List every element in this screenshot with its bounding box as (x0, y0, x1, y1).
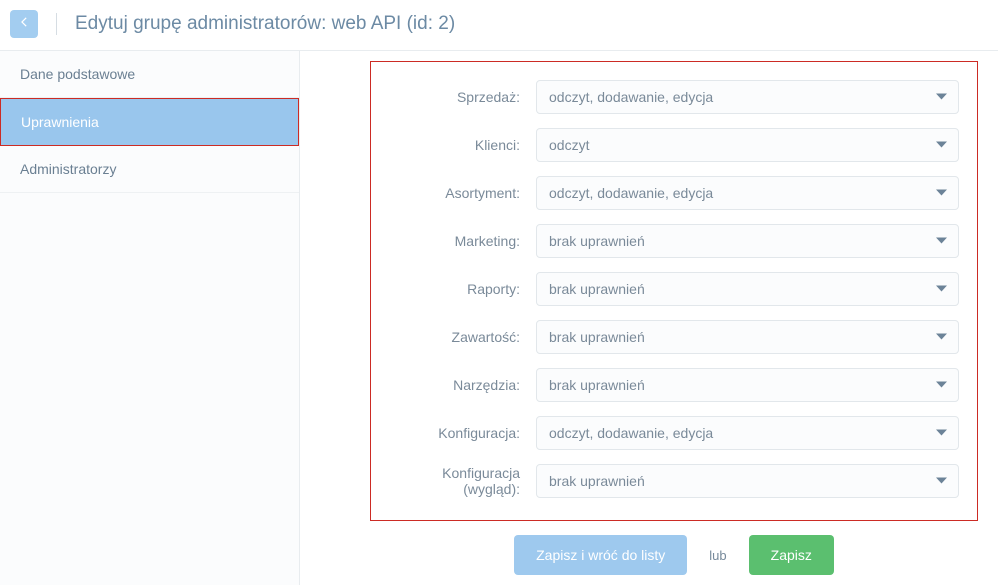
sidebar: Dane podstawowe Uprawnienia Administrato… (0, 51, 300, 585)
body: Dane podstawowe Uprawnienia Administrato… (0, 51, 998, 585)
permissions-form-panel: Sprzedaż: odczyt, dodawanie, edycja Klie… (370, 61, 978, 521)
form-row-marketing: Marketing: brak uprawnień (389, 224, 959, 258)
form-row-content: Zawartość: brak uprawnień (389, 320, 959, 354)
clients-select[interactable]: odczyt (536, 128, 959, 162)
select-wrap: odczyt, dodawanie, edycja (536, 80, 959, 114)
select-wrap: odczyt (536, 128, 959, 162)
page-header: Edytuj grupę administratorów: web API (i… (0, 0, 998, 51)
sidebar-item-permissions[interactable]: Uprawnienia (0, 98, 299, 146)
sidebar-item-administrators[interactable]: Administratorzy (0, 146, 299, 193)
form-label: Konfiguracja: (389, 425, 536, 441)
sidebar-item-label: Uprawnienia (21, 114, 99, 130)
select-wrap: odczyt, dodawanie, edycja (536, 416, 959, 450)
form-row-configuration: Konfiguracja: odczyt, dodawanie, edycja (389, 416, 959, 450)
form-label: Asortyment: (389, 185, 536, 201)
select-wrap: brak uprawnień (536, 272, 959, 306)
select-wrap: brak uprawnień (536, 464, 959, 498)
save-and-return-button[interactable]: Zapisz i wróć do listy (514, 535, 687, 575)
form-row-reports: Raporty: brak uprawnień (389, 272, 959, 306)
action-bar: Zapisz i wróć do listy lub Zapisz (370, 535, 978, 575)
form-label: Zawartość: (389, 329, 536, 345)
configuration-select[interactable]: odczyt, dodawanie, edycja (536, 416, 959, 450)
form-label: Narzędzia: (389, 377, 536, 393)
form-row-clients: Klienci: odczyt (389, 128, 959, 162)
content: Sprzedaż: odczyt, dodawanie, edycja Klie… (300, 51, 998, 585)
arrow-left-icon (17, 15, 31, 34)
back-button[interactable] (10, 10, 38, 38)
form-label: Konfiguracja (wygląd): (389, 465, 536, 497)
form-label: Klienci: (389, 137, 536, 153)
page-title: Edytuj grupę administratorów: web API (i… (75, 13, 455, 35)
form-label: Raporty: (389, 281, 536, 297)
form-row-config-appearance: Konfiguracja (wygląd): brak uprawnień (389, 464, 959, 498)
form-label: Sprzedaż: (389, 89, 536, 105)
form-row-assortment: Asortyment: odczyt, dodawanie, edycja (389, 176, 959, 210)
select-wrap: brak uprawnień (536, 224, 959, 258)
select-wrap: brak uprawnień (536, 320, 959, 354)
config-appearance-select[interactable]: brak uprawnień (536, 464, 959, 498)
marketing-select[interactable]: brak uprawnień (536, 224, 959, 258)
select-wrap: odczyt, dodawanie, edycja (536, 176, 959, 210)
header-divider (56, 13, 57, 35)
reports-select[interactable]: brak uprawnień (536, 272, 959, 306)
content-select[interactable]: brak uprawnień (536, 320, 959, 354)
assortment-select[interactable]: odczyt, dodawanie, edycja (536, 176, 959, 210)
tools-select[interactable]: brak uprawnień (536, 368, 959, 402)
save-button[interactable]: Zapisz (749, 535, 834, 575)
sidebar-item-label: Dane podstawowe (20, 66, 135, 82)
select-wrap: brak uprawnień (536, 368, 959, 402)
sales-select[interactable]: odczyt, dodawanie, edycja (536, 80, 959, 114)
form-row-tools: Narzędzia: brak uprawnień (389, 368, 959, 402)
form-label: Marketing: (389, 233, 536, 249)
sidebar-item-label: Administratorzy (20, 161, 116, 177)
or-text: lub (709, 548, 726, 563)
sidebar-item-basic[interactable]: Dane podstawowe (0, 51, 299, 98)
form-row-sales: Sprzedaż: odczyt, dodawanie, edycja (389, 80, 959, 114)
